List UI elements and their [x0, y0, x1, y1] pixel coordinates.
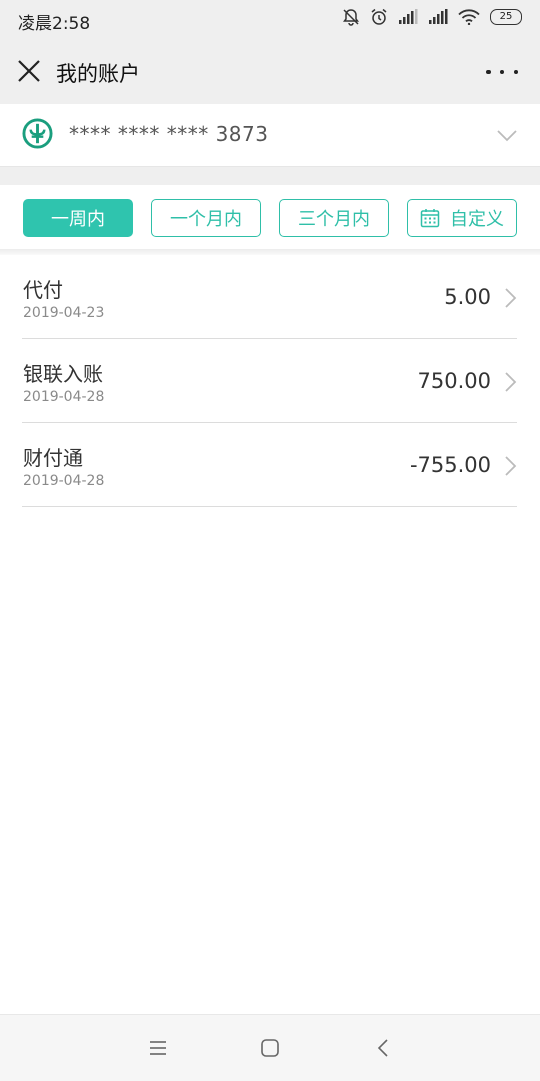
- alarm-icon: [371, 8, 387, 25]
- transaction-amount: 750.00: [417, 369, 491, 393]
- status-time: 凌晨2:58: [18, 14, 91, 34]
- chevron-right-icon: [505, 288, 517, 308]
- filter-custom-button[interactable]: 自定义: [407, 199, 517, 237]
- calendar-icon: [420, 209, 440, 228]
- chevron-right-icon: [505, 372, 517, 392]
- filter-label: 一个月内: [170, 209, 242, 230]
- system-nav-bar: [0, 1014, 540, 1081]
- page-title: 我的账户: [56, 62, 140, 86]
- header: 我的账户: [0, 40, 540, 104]
- filter-one-week-button[interactable]: 一周内: [23, 199, 133, 237]
- filter-one-month-button[interactable]: 一个月内: [151, 199, 261, 237]
- transaction-amount: -755.00: [409, 453, 491, 477]
- more-dot: [499, 69, 505, 75]
- transaction-name: 财付通: [23, 446, 83, 470]
- battery-icon: 25: [490, 9, 522, 25]
- transaction-row[interactable]: 银联入账 2019-04-28 750.00: [22, 339, 517, 423]
- signal-icon: [399, 9, 418, 24]
- transaction-amount: 5.00: [444, 285, 491, 309]
- account-number: **** **** **** 3873: [69, 122, 269, 146]
- back-icon[interactable]: [373, 1037, 395, 1059]
- transaction-date: 2019-04-23: [23, 305, 105, 321]
- chevron-right-icon: [505, 456, 517, 476]
- status-bar: 凌晨2:58 25: [0, 0, 540, 40]
- close-icon[interactable]: [14, 56, 44, 86]
- chevron-down-icon[interactable]: [496, 124, 518, 146]
- transaction-name: 代付: [23, 278, 63, 302]
- account-selector[interactable]: **** **** **** 3873: [0, 104, 540, 167]
- bank-logo-icon: [22, 118, 53, 149]
- home-icon[interactable]: [259, 1037, 281, 1059]
- wifi-icon: [458, 9, 480, 25]
- more-dot: [486, 69, 491, 75]
- transaction-date: 2019-04-28: [23, 473, 105, 489]
- signal-icon: [429, 9, 448, 24]
- transaction-row[interactable]: 财付通 2019-04-28 -755.00: [22, 423, 517, 507]
- transaction-date: 2019-04-28: [23, 389, 105, 405]
- mute-bell-icon: [343, 9, 359, 26]
- more-icon[interactable]: [486, 62, 518, 82]
- status-icons: 25: [342, 8, 522, 26]
- filter-label: 一周内: [51, 209, 105, 230]
- more-dot: [513, 69, 518, 75]
- transaction-name: 银联入账: [23, 362, 103, 386]
- date-filter-bar: 一周内 一个月内 三个月内 自定义: [0, 185, 540, 249]
- section-divider: [0, 167, 540, 185]
- transaction-list: 代付 2019-04-23 5.00 银联入账 2019-04-28 750.0…: [22, 255, 517, 507]
- filter-three-months-button[interactable]: 三个月内: [279, 199, 389, 237]
- filter-label: 三个月内: [298, 209, 370, 230]
- menu-icon[interactable]: [147, 1037, 169, 1059]
- filter-label: 自定义: [450, 209, 504, 230]
- transaction-row[interactable]: 代付 2019-04-23 5.00: [22, 255, 517, 339]
